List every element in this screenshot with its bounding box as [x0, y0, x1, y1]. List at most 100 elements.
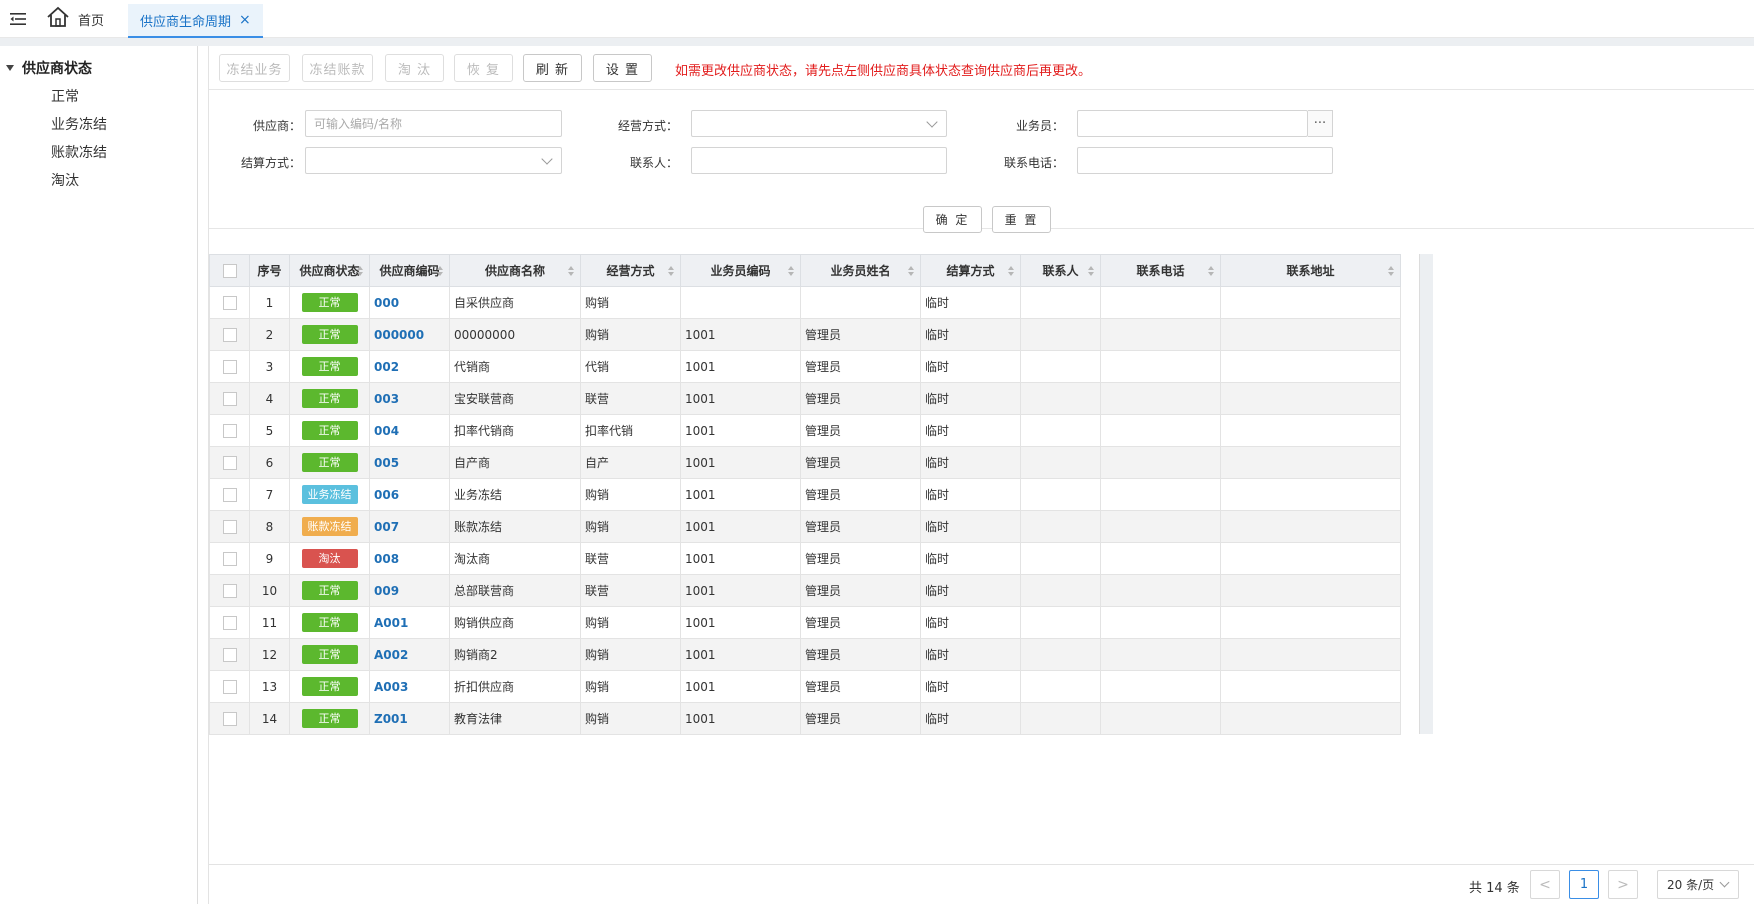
col-code[interactable]: 供应商编码 [369, 254, 450, 287]
page-1-button[interactable]: 1 [1569, 870, 1599, 899]
page-size-select[interactable]: 20 条/页 [1657, 870, 1739, 899]
row-checkbox[interactable] [209, 542, 250, 575]
sort-icon[interactable] [668, 266, 674, 276]
row-code[interactable]: A002 [369, 638, 450, 671]
sort-icon[interactable] [568, 266, 574, 276]
next-page-button[interactable]: > [1608, 870, 1638, 899]
confirm-button[interactable]: 确 定 [923, 206, 982, 233]
table-row[interactable]: 5 正常 004 扣率代销商 扣率代销 1001 管理员 临时 [209, 414, 1401, 447]
sort-icon[interactable] [1088, 266, 1094, 276]
table-row[interactable]: 6 正常 005 自产商 自产 1001 管理员 临时 [209, 446, 1401, 479]
restore-button[interactable]: 恢 复 [454, 54, 513, 82]
col-address[interactable]: 联系地址 [1220, 254, 1401, 287]
supplier-code-link[interactable]: A003 [374, 680, 408, 694]
sort-icon[interactable] [1208, 266, 1214, 276]
supplier-code-link[interactable]: A002 [374, 648, 408, 662]
table-row[interactable]: 14 正常 Z001 教育法律 购销 1001 管理员 临时 [209, 702, 1401, 735]
row-code[interactable]: 000 [369, 286, 450, 319]
row-checkbox[interactable] [209, 350, 250, 383]
table-row[interactable]: 1 正常 000 自采供应商 购销 临时 [209, 286, 1401, 319]
supplier-code-link[interactable]: 006 [374, 488, 399, 502]
table-row[interactable]: 10 正常 009 总部联营商 联营 1001 管理员 临时 [209, 574, 1401, 607]
row-code[interactable]: 000000 [369, 318, 450, 351]
table-row[interactable]: 3 正常 002 代销商 代销 1001 管理员 临时 [209, 350, 1401, 383]
freeze-business-button[interactable]: 冻结业务 [219, 54, 290, 82]
col-sales-code[interactable]: 业务员编码 [680, 254, 801, 287]
sort-icon[interactable] [908, 266, 914, 276]
row-code[interactable]: 005 [369, 446, 450, 479]
supplier-code-link[interactable]: 007 [374, 520, 399, 534]
col-mode[interactable]: 经营方式 [580, 254, 681, 287]
row-checkbox[interactable] [209, 606, 250, 639]
row-checkbox[interactable] [209, 478, 250, 511]
supplier-code-link[interactable]: 004 [374, 424, 399, 438]
refresh-button[interactable]: 刷 新 [523, 54, 582, 82]
row-code[interactable]: 004 [369, 414, 450, 447]
sort-icon[interactable] [1008, 266, 1014, 276]
caret-down-icon[interactable] [6, 65, 14, 71]
row-checkbox[interactable] [209, 286, 250, 319]
eliminate-button[interactable]: 淘 汰 [385, 54, 444, 82]
supplier-code-link[interactable]: 000 [374, 296, 399, 310]
col-phone[interactable]: 联系电话 [1100, 254, 1221, 287]
row-code[interactable]: Z001 [369, 702, 450, 735]
col-contact[interactable]: 联系人 [1020, 254, 1101, 287]
supplier-code-link[interactable]: Z001 [374, 712, 408, 726]
close-icon[interactable]: × [239, 12, 251, 28]
business-mode-select[interactable] [691, 110, 947, 137]
table-row[interactable]: 2 正常 000000 00000000 购销 1001 管理员 临时 [209, 318, 1401, 351]
settings-button[interactable]: 设 置 [593, 54, 652, 82]
row-code[interactable]: 003 [369, 382, 450, 415]
table-row[interactable]: 7 业务冻结 006 业务冻结 购销 1001 管理员 临时 [209, 478, 1401, 511]
row-checkbox[interactable] [209, 510, 250, 543]
row-checkbox[interactable] [209, 382, 250, 415]
supplier-code-link[interactable]: 003 [374, 392, 399, 406]
table-row[interactable]: 9 淘汰 008 淘汰商 联营 1001 管理员 临时 [209, 542, 1401, 575]
reset-button[interactable]: 重 置 [992, 206, 1051, 233]
phone-input[interactable] [1077, 147, 1333, 174]
table-row[interactable]: 12 正常 A002 购销商2 购销 1001 管理员 临时 [209, 638, 1401, 671]
col-sales-name[interactable]: 业务员姓名 [800, 254, 921, 287]
table-row[interactable]: 4 正常 003 宝安联营商 联营 1001 管理员 临时 [209, 382, 1401, 415]
prev-page-button[interactable]: < [1530, 870, 1560, 899]
supplier-code-link[interactable]: 009 [374, 584, 399, 598]
row-code[interactable]: 009 [369, 574, 450, 607]
tab-supplier-lifecycle[interactable]: 供应商生命周期 × [128, 4, 263, 38]
col-settle[interactable]: 结算方式 [920, 254, 1021, 287]
row-code[interactable]: 006 [369, 478, 450, 511]
row-checkbox[interactable] [209, 414, 250, 447]
row-code[interactable]: 008 [369, 542, 450, 575]
table-scrollbar[interactable] [1419, 254, 1433, 734]
supplier-code-link[interactable]: 008 [374, 552, 399, 566]
row-code[interactable]: A003 [369, 670, 450, 703]
supplier-code-link[interactable]: 000000 [374, 328, 424, 342]
supplier-code-link[interactable]: 002 [374, 360, 399, 374]
col-name[interactable]: 供应商名称 [449, 254, 581, 287]
tab-home[interactable]: 首页 [46, 6, 104, 32]
sidebar-item-eliminated[interactable]: 淘汰 [51, 170, 79, 190]
sidebar-item-normal[interactable]: 正常 [51, 86, 79, 106]
menu-toggle-icon[interactable] [8, 9, 28, 29]
supplier-input[interactable]: 可输入编码/名称 [305, 110, 562, 137]
sort-icon[interactable] [437, 266, 443, 276]
sidebar-item-account-frozen[interactable]: 账款冻结 [51, 142, 107, 162]
salesman-picker-button[interactable]: ··· [1308, 110, 1333, 137]
sort-icon[interactable] [357, 266, 363, 276]
sidebar-item-business-frozen[interactable]: 业务冻结 [51, 114, 107, 134]
row-code[interactable]: 007 [369, 510, 450, 543]
tree-root-supplier-status[interactable]: 供应商状态 [6, 58, 92, 78]
supplier-code-link[interactable]: A001 [374, 616, 408, 630]
table-row[interactable]: 11 正常 A001 购销供应商 购销 1001 管理员 临时 [209, 606, 1401, 639]
row-checkbox[interactable] [209, 318, 250, 351]
sort-icon[interactable] [1388, 266, 1394, 276]
row-checkbox[interactable] [209, 638, 250, 671]
row-checkbox[interactable] [209, 574, 250, 607]
freeze-account-button[interactable]: 冻结账款 [302, 54, 373, 82]
settlement-select[interactable] [305, 147, 562, 174]
table-row[interactable]: 13 正常 A003 折扣供应商 购销 1001 管理员 临时 [209, 670, 1401, 703]
salesman-input[interactable] [1077, 110, 1308, 137]
supplier-code-link[interactable]: 005 [374, 456, 399, 470]
select-all-checkbox[interactable] [209, 254, 250, 287]
row-checkbox[interactable] [209, 702, 250, 735]
col-status[interactable]: 供应商状态 [289, 254, 370, 287]
